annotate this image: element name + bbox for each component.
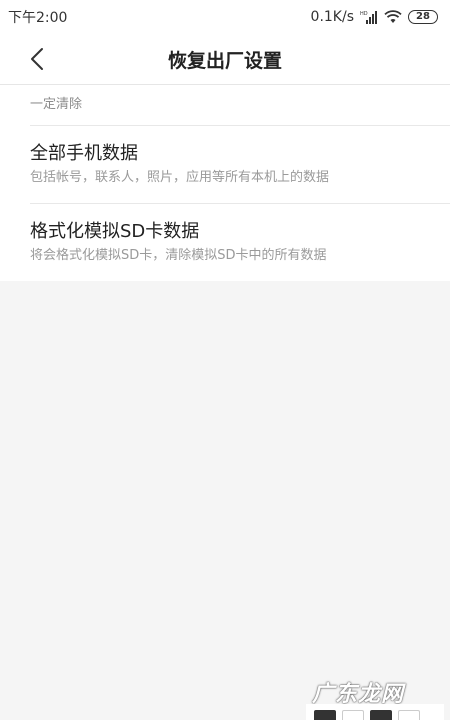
status-indicators: 0.1K/s HD 28	[311, 9, 438, 25]
watermark-block	[370, 710, 392, 720]
option-title: 格式化模拟SD卡数据	[30, 221, 200, 242]
signal-hd-label: HD	[360, 11, 368, 17]
network-speed: 0.1K/s	[310, 9, 354, 25]
section-header: 一定清除	[30, 97, 83, 112]
option-all-phone-data[interactable]: 全部手机数据 包括帐号，联系人，照片，应用等所有本机上的数据	[0, 125, 450, 203]
watermark-block	[342, 710, 364, 720]
settings-list: 一定清除 全部手机数据 包括帐号，联系人，照片，应用等所有本机上的数据 格式化模…	[0, 84, 450, 281]
page-title: 恢复出厂设置	[167, 50, 282, 72]
status-time: 下午2:00	[8, 10, 68, 26]
watermark-blocks	[306, 704, 444, 720]
option-title: 全部手机数据	[30, 143, 138, 164]
battery-level: 28	[416, 11, 430, 22]
watermark-block	[398, 710, 420, 720]
watermark-block	[314, 710, 336, 720]
option-format-sd-card[interactable]: 格式化模拟SD卡数据 将会格式化模拟SD卡，清除模拟SD卡中的所有数据	[0, 203, 450, 281]
battery-icon: 28	[408, 10, 438, 24]
status-bar: 下午2:00 0.1K/s HD 28	[0, 0, 450, 34]
option-description: 将会格式化模拟SD卡，清除模拟SD卡中的所有数据	[30, 248, 327, 263]
wifi-icon	[384, 10, 402, 24]
signal-icon: HD	[360, 10, 378, 24]
option-description: 包括帐号，联系人，照片，应用等所有本机上的数据	[30, 170, 330, 185]
header: 恢复出厂设置	[0, 34, 450, 84]
